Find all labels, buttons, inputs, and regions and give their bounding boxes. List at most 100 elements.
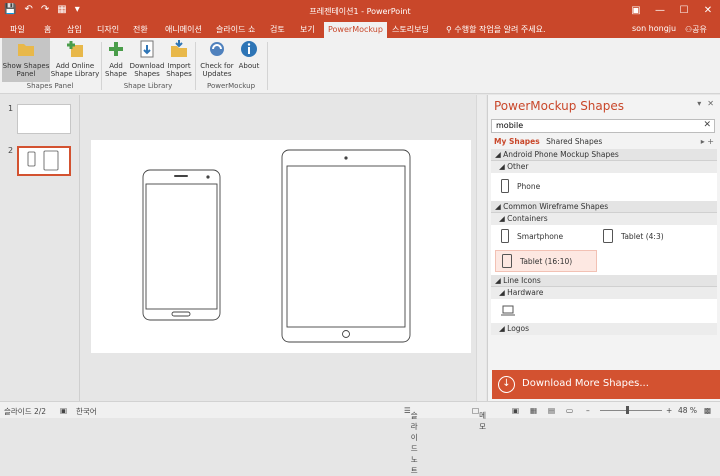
- clear-search-icon[interactable]: ✕: [703, 120, 711, 130]
- language-indicator[interactable]: 한국어: [76, 406, 97, 417]
- subcategory-other[interactable]: ◢ Other: [491, 161, 717, 173]
- tab-view[interactable]: 보기: [300, 24, 315, 35]
- collapse-icon: ◢: [499, 162, 508, 171]
- update-icon: [210, 42, 224, 56]
- add-shape-button[interactable]: Add Shape: [103, 38, 129, 82]
- tab-my-shapes[interactable]: My Shapes: [494, 137, 540, 146]
- shape-items: Phone: [491, 173, 717, 201]
- zoom-slider-thumb[interactable]: [626, 406, 629, 414]
- zoom-slider[interactable]: [600, 410, 662, 411]
- shape-item-smartphone[interactable]: Smartphone: [501, 229, 563, 243]
- zoom-in-button[interactable]: +: [666, 406, 672, 415]
- slide-thumbnails-pane: 1 2: [0, 95, 80, 401]
- add-icon[interactable]: +: [707, 137, 714, 146]
- group-label-shapes-panel: Shapes Panel: [26, 82, 74, 90]
- normal-view-icon[interactable]: ▣: [512, 406, 519, 415]
- comments-button[interactable]: □ 메모: [472, 406, 486, 431]
- tell-me-search[interactable]: ⚲ 수행할 작업을 알려 주세요.: [446, 24, 546, 35]
- download-icon: [140, 40, 154, 58]
- category-line-icons[interactable]: ◢ Line Icons: [491, 275, 717, 287]
- show-shapes-panel-button[interactable]: Show Shapes Panel: [2, 38, 50, 82]
- pane-options-icon[interactable]: ▾: [697, 99, 701, 108]
- laptop-icon: [501, 305, 515, 316]
- slide-thumbnail-2[interactable]: [17, 146, 71, 176]
- tab-insert[interactable]: 삽입: [67, 24, 82, 35]
- next-arrow-icon[interactable]: ▸: [701, 137, 705, 146]
- tab-review[interactable]: 검토: [270, 24, 285, 35]
- tablet-shape[interactable]: [281, 149, 411, 343]
- maximize-button[interactable]: ☐: [672, 0, 696, 22]
- tablet-icon: [502, 254, 512, 268]
- category-android-phone[interactable]: ◢ Android Phone Mockup Shapes: [491, 149, 717, 161]
- shape-item-phone[interactable]: Phone: [501, 179, 540, 193]
- reading-view-icon[interactable]: ▤: [548, 406, 555, 415]
- zoom-out-button[interactable]: –: [586, 406, 590, 415]
- tab-animations[interactable]: 애니메이션: [165, 24, 202, 35]
- tab-design[interactable]: 디자인: [97, 24, 119, 35]
- share-button[interactable]: ⚇공유: [685, 24, 707, 35]
- slide-sorter-icon[interactable]: ▦: [530, 406, 537, 415]
- shape-item-laptop[interactable]: [501, 305, 515, 317]
- current-slide[interactable]: [91, 140, 471, 353]
- ribbon: Show Shapes Panel Add Online Shape Libra…: [0, 38, 720, 94]
- slide-vertical-scrollbar[interactable]: [476, 95, 486, 401]
- collapse-icon: ◢: [495, 276, 504, 285]
- slideshow-view-icon[interactable]: ▭: [566, 406, 573, 415]
- collapse-icon: ◢: [495, 150, 504, 159]
- collapse-icon: ◢: [499, 214, 508, 223]
- close-button[interactable]: ✕: [696, 0, 720, 22]
- shape-search-input[interactable]: mobile ✕: [491, 119, 715, 133]
- subcategory-logos[interactable]: ◢ Logos: [491, 323, 717, 335]
- ribbon-tabs: 파일 홈 삽입 디자인 전환 애니메이션 슬라이드 쇼 검토 보기 PowerM…: [0, 22, 720, 38]
- spellcheck-icon[interactable]: ▣: [60, 406, 67, 415]
- tablet-icon: [603, 229, 613, 243]
- import-shapes-button[interactable]: Import Shapes: [165, 38, 193, 82]
- fit-to-window-icon[interactable]: ▩: [704, 406, 711, 415]
- notes-button[interactable]: ☰ 슬라이드 노트: [404, 406, 418, 475]
- shape-item-tablet-4-3[interactable]: Tablet (4:3): [603, 229, 664, 243]
- subcategory-containers[interactable]: ◢ Containers: [491, 213, 717, 225]
- smartphone-shape[interactable]: [142, 169, 221, 321]
- ribbon-display-options-icon[interactable]: ▣: [624, 0, 648, 22]
- slide-content: [142, 149, 411, 343]
- shape-items: [491, 299, 717, 323]
- download-more-shapes-button[interactable]: ↓ Download More Shapes...: [492, 370, 720, 399]
- tab-powermockup[interactable]: PowerMockup: [324, 22, 387, 38]
- plus-icon: [109, 42, 123, 56]
- collapse-icon: ◢: [499, 324, 508, 333]
- subcategory-hardware[interactable]: ◢ Hardware: [491, 287, 717, 299]
- add-online-shape-library-button[interactable]: Add Online Shape Library: [50, 38, 100, 82]
- slide-number: 1: [8, 104, 14, 113]
- folder-icon: [18, 44, 34, 56]
- add-library-icon: [67, 41, 83, 57]
- group-separator: [267, 42, 268, 90]
- tab-slideshow[interactable]: 슬라이드 쇼: [216, 24, 255, 35]
- check-updates-button[interactable]: Check for Updates: [199, 38, 235, 82]
- tab-shared-shapes[interactable]: Shared Shapes: [546, 137, 602, 146]
- slide-number: 2: [8, 146, 14, 155]
- download-shapes-button[interactable]: Download Shapes: [129, 38, 165, 82]
- about-button[interactable]: About: [235, 38, 263, 82]
- info-icon: [241, 41, 257, 57]
- smartphone-icon: [501, 229, 509, 243]
- user-name[interactable]: son hongju: [632, 24, 676, 33]
- tab-home[interactable]: 홈: [44, 24, 51, 35]
- window-title: 프레젠테이션1 - PowerPoint: [309, 7, 411, 16]
- shape-item-tablet-16-10[interactable]: Tablet (16:10): [495, 250, 597, 272]
- group-label-powermockup: PowerMockup: [206, 82, 256, 90]
- zoom-level[interactable]: 48 %: [678, 406, 697, 415]
- tab-file[interactable]: 파일: [10, 24, 25, 35]
- pane-close-icon[interactable]: ✕: [707, 99, 714, 108]
- tab-transitions[interactable]: 전환: [133, 24, 148, 35]
- status-bar: 슬라이드 2/2 ▣ 한국어 ☰ 슬라이드 노트 □ 메모 ▣ ▦ ▤ ▭ – …: [0, 401, 720, 475]
- slide-thumbnail-preview: [27, 150, 59, 171]
- phone-icon: [501, 179, 509, 193]
- category-common-wireframe[interactable]: ◢ Common Wireframe Shapes: [491, 201, 717, 213]
- minimize-button[interactable]: —: [648, 0, 672, 22]
- group-label-shape-library: Shape Library: [123, 82, 173, 90]
- tab-storyboarding[interactable]: 스토리보딩: [392, 24, 429, 35]
- download-arrow-icon: ↓: [498, 376, 515, 393]
- slide-thumbnail-1[interactable]: [17, 104, 71, 134]
- title-bar: 💾 ↶ ↷ ▦ ▾ 프레젠테이션1 - PowerPoint ▣ — ☐ ✕: [0, 0, 720, 22]
- pane-title: PowerMockup Shapes: [494, 99, 625, 113]
